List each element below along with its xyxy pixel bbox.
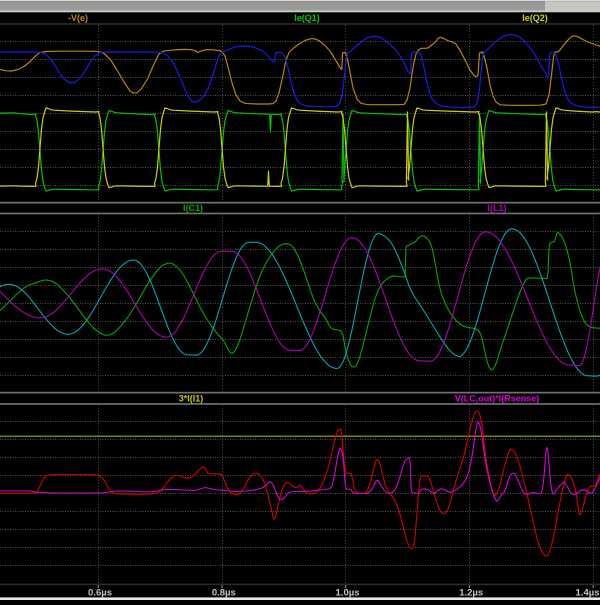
svg-text:3*I(I1): 3*I(I1) bbox=[179, 394, 204, 404]
svg-text:1.0µs: 1.0µs bbox=[336, 588, 360, 599]
svg-text:1.4µs: 1.4µs bbox=[576, 588, 600, 599]
svg-text:V(LC,out)*I(Rsense): V(LC,out)*I(Rsense) bbox=[455, 394, 540, 404]
svg-text:0.6µs: 0.6µs bbox=[88, 588, 112, 599]
svg-text:0.8µs: 0.8µs bbox=[212, 588, 236, 599]
svg-text:1.2µs: 1.2µs bbox=[459, 588, 483, 599]
svg-text:Ie(Q2): Ie(Q2) bbox=[522, 13, 548, 23]
svg-text:I(C1): I(C1) bbox=[183, 203, 203, 213]
svg-text:-V(e): -V(e) bbox=[68, 13, 88, 23]
svg-text:I(L1): I(L1) bbox=[488, 203, 507, 213]
svg-text:Ie(Q1): Ie(Q1) bbox=[294, 13, 320, 23]
